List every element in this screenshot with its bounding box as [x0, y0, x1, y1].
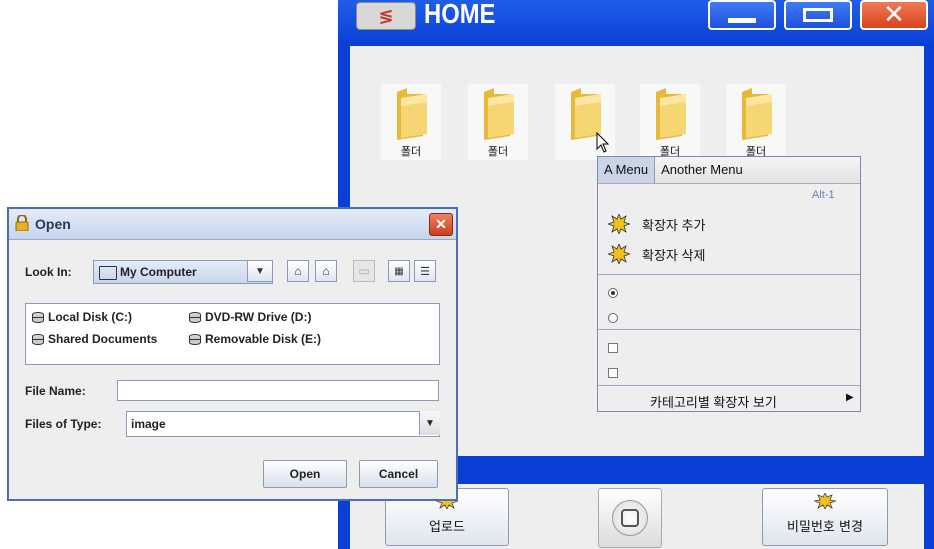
file-item-label: Removable Disk (E:) — [205, 332, 322, 346]
burst-icon — [814, 493, 836, 509]
folder-icon — [484, 88, 514, 140]
folder-item[interactable]: 폴더 — [640, 84, 700, 160]
round-button-ring — [612, 500, 648, 536]
home-titlebar[interactable]: ≶ HOME ✕ — [338, 0, 934, 44]
folder-label: 폴더 — [400, 145, 422, 158]
details-view-button[interactable]: ☰ — [414, 260, 436, 282]
window-title: HOME — [424, 0, 496, 29]
minimize-button[interactable] — [708, 0, 776, 30]
dialog-close-button[interactable]: ✕ — [429, 213, 453, 236]
folder-item[interactable]: 폴더 — [726, 84, 786, 160]
files-of-type-label: Files of Type: — [25, 417, 102, 431]
chevron-down-icon: ▼ — [255, 265, 265, 277]
home-button[interactable]: ⌂ — [315, 260, 337, 282]
menu-item-label: 카테고리별 확장자 보기 — [650, 395, 777, 410]
menu-item-view-by-category[interactable]: 카테고리별 확장자 보기 ▶ — [598, 386, 860, 414]
app-logo-icon: ≶ — [356, 2, 416, 30]
menu-checkbox-item[interactable] — [598, 360, 860, 388]
up-one-level-button[interactable]: ⌂ — [287, 260, 309, 282]
file-list[interactable]: Local Disk (C:) DVD-RW Drive (D:) Shared… — [25, 303, 440, 365]
menu-separator — [598, 274, 860, 275]
submenu-arrow-icon: ▶ — [846, 392, 854, 403]
menu-tab-another-menu[interactable]: Another Menu — [655, 157, 749, 183]
file-item-removable-disk-e[interactable]: Removable Disk (E:) — [189, 332, 321, 346]
menu-item-add-extension[interactable]: 확장자 추가 — [598, 211, 860, 239]
home-round-button[interactable] — [598, 488, 662, 548]
disk-drive-icon — [32, 311, 44, 323]
look-in-label: Look In: — [25, 265, 72, 279]
new-folder-button[interactable]: ▭ — [353, 260, 375, 282]
folder-item[interactable]: 폴더 — [381, 84, 441, 160]
checkbox-unchecked — [608, 343, 618, 353]
chevron-down-icon: ▼ — [425, 417, 435, 429]
close-icon: ✕ — [883, 0, 905, 30]
file-item-label: Shared Documents — [48, 332, 158, 346]
file-item-dvd-rw-d[interactable]: DVD-RW Drive (D:) — [189, 310, 311, 324]
files-of-type-dropdown-arrow[interactable]: ▼ — [419, 411, 440, 435]
radio-unselected — [608, 313, 618, 323]
menu-checkbox-item[interactable] — [598, 335, 860, 363]
look-in-value: My Computer — [120, 265, 197, 279]
checkbox-unchecked — [608, 368, 618, 378]
popup-menu: A Menu Another Menu Alt-1 확장자 추가 확장자 삭제 — [597, 156, 861, 412]
menu-tab-a-menu[interactable]: A Menu — [598, 157, 656, 183]
close-icon: ✕ — [435, 216, 447, 232]
look-in-dropdown-arrow[interactable]: ▼ — [247, 260, 273, 282]
cancel-button[interactable]: Cancel — [359, 460, 438, 488]
folder-icon — [742, 88, 772, 140]
open-dialog: Open ✕ Look In: My Computer ▼ ⌂ ⌂ ▭ ▦ ☰ … — [7, 207, 458, 501]
dialog-titlebar[interactable]: Open ✕ — [9, 209, 456, 240]
file-item-local-disk-c[interactable]: Local Disk (C:) — [32, 310, 132, 324]
dialog-title: Open — [35, 216, 71, 232]
burst-icon — [608, 244, 630, 264]
files-of-type-value: image — [131, 417, 166, 431]
maximize-icon — [803, 8, 833, 22]
square-icon — [621, 509, 639, 527]
maximize-button[interactable] — [784, 0, 852, 30]
menu-item-label: 확장자 추가 — [642, 218, 706, 233]
open-button[interactable]: Open — [263, 460, 347, 488]
folder-icon — [656, 88, 686, 140]
file-name-input[interactable] — [117, 380, 439, 401]
folder-item[interactable]: 폴더 — [468, 84, 528, 160]
file-item-shared-documents[interactable]: Shared Documents — [32, 332, 157, 346]
files-of-type-dropdown[interactable]: image ▼ — [126, 411, 440, 437]
disk-drive-icon — [32, 333, 44, 345]
file-name-label: File Name: — [25, 384, 86, 398]
look-in-dropdown[interactable]: My Computer — [93, 260, 273, 284]
file-item-label: DVD-RW Drive (D:) — [205, 310, 312, 324]
close-button[interactable]: ✕ — [860, 0, 928, 30]
change-password-button[interactable]: 비밀번호 변경 — [762, 488, 888, 546]
home-icon: ⌂ — [322, 264, 330, 278]
folder-label: 폴더 — [487, 145, 509, 158]
minimize-icon — [728, 17, 756, 23]
file-item-label: Local Disk (C:) — [48, 310, 133, 324]
menu-item-label: 확장자 삭제 — [642, 248, 706, 263]
disk-drive-icon — [189, 311, 201, 323]
menu-radio-item[interactable] — [598, 280, 860, 308]
burst-icon — [608, 214, 630, 234]
menu-bar: A Menu Another Menu — [598, 157, 860, 184]
accelerator-hint: Alt-1 — [812, 189, 835, 201]
disk-drive-icon — [189, 333, 201, 345]
radio-selected — [608, 288, 618, 298]
list-view-button[interactable]: ▦ — [388, 260, 410, 282]
list-view-icon: ▦ — [394, 265, 404, 277]
change-password-label: 비밀번호 변경 — [787, 520, 863, 535]
mouse-pointer-icon — [596, 132, 610, 153]
upload-label: 업로드 — [429, 520, 465, 535]
details-view-icon: ☰ — [420, 265, 430, 278]
menu-item-delete-extension[interactable]: 확장자 삭제 — [598, 241, 860, 269]
folder-icon — [397, 88, 427, 140]
new-folder-icon: ▭ — [358, 264, 370, 278]
lock-icon — [15, 215, 29, 231]
folder-icon — [99, 266, 117, 280]
menu-separator — [598, 329, 860, 330]
up-folder-icon: ⌂ — [294, 264, 302, 278]
